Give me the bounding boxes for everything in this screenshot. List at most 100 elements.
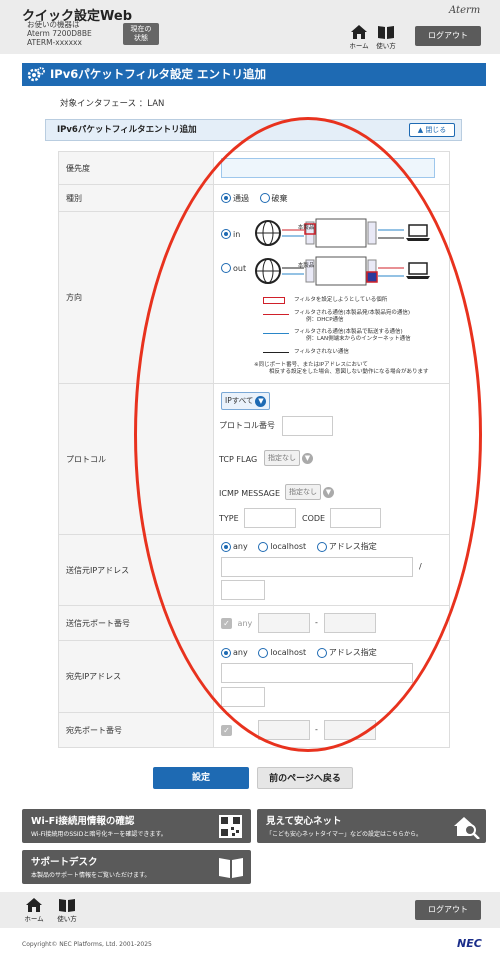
src-port-any-label: any bbox=[237, 618, 253, 628]
dst-ip-prefix-input[interactable] bbox=[221, 687, 265, 707]
legend-filter-point: フィルタを設定しようとしている個所 bbox=[294, 297, 388, 303]
home-link[interactable]: ホーム bbox=[347, 25, 371, 50]
dst-port-start-input[interactable] bbox=[258, 720, 310, 740]
book-icon bbox=[59, 899, 75, 912]
footer-howto-link[interactable]: 使い方 bbox=[55, 898, 79, 923]
back-button[interactable]: 前のページへ戻る bbox=[257, 767, 353, 789]
src-ip-cell: any localhost アドレス指定 / bbox=[213, 534, 450, 606]
direction-in-option[interactable]: in bbox=[221, 229, 248, 239]
dst-ip-localhost-radio[interactable] bbox=[258, 647, 269, 658]
set-button[interactable]: 設定 bbox=[153, 767, 249, 789]
legend-local-traffic: フィルタされる通信(本製品発/本製品宛の通信) bbox=[294, 310, 411, 316]
section-title: IPv6パケットフィルタエントリ追加 bbox=[57, 125, 197, 135]
direction-out-label: out bbox=[233, 263, 247, 273]
howto-link[interactable]: 使い方 bbox=[374, 25, 398, 50]
kids-card-title: 見えて安心ネット bbox=[266, 816, 342, 827]
status-label-2: 状態 bbox=[134, 34, 148, 42]
dst-ip-label: 宛先IPアドレス bbox=[58, 640, 214, 713]
src-port-any-checkbox[interactable]: ✓ bbox=[221, 617, 232, 629]
dst-port-end-input[interactable] bbox=[324, 720, 376, 740]
type-pass-label: 通過 bbox=[233, 193, 249, 203]
dst-port-label: 宛先ポート番号 bbox=[58, 712, 214, 748]
src-port-start-input[interactable] bbox=[258, 613, 310, 633]
dst-port-any-checkbox[interactable]: ✓ bbox=[221, 724, 232, 736]
legend-note-2: 相反する設定をした場合、意図しない動作になる場合があります bbox=[269, 369, 429, 375]
brand-logo: Aterm bbox=[449, 5, 481, 16]
type-pass-radio[interactable] bbox=[221, 193, 231, 203]
dst-ip-any-radio[interactable] bbox=[221, 647, 231, 658]
book-icon bbox=[219, 858, 243, 878]
src-ip-any-radio[interactable] bbox=[221, 541, 231, 552]
protocol-number-input[interactable] bbox=[282, 416, 333, 436]
src-port-cell: ✓ any - bbox=[213, 605, 450, 641]
src-ip-prefix-input[interactable] bbox=[221, 580, 265, 600]
tcp-flag-label: TCP FLAG bbox=[219, 455, 258, 464]
src-ip-any-label: any bbox=[233, 542, 248, 551]
laptop-icon bbox=[406, 224, 430, 241]
dst-port-dash: - bbox=[315, 725, 318, 734]
icmp-message-value: 指定なし bbox=[285, 484, 321, 500]
device-info: お使いの機器は Aterm 7200D8BE ATERM-xxxxxx bbox=[27, 20, 92, 47]
legend-red-line bbox=[263, 314, 289, 315]
src-ip-address-input[interactable] bbox=[221, 557, 413, 577]
howto-label: 使い方 bbox=[376, 42, 396, 50]
device-label-out: 本製品 bbox=[297, 263, 315, 269]
tcp-flag-select[interactable]: 指定なし ▼ bbox=[264, 450, 313, 466]
gear-icon bbox=[27, 67, 45, 82]
home-icon bbox=[351, 25, 367, 39]
src-ip-specify-radio[interactable] bbox=[316, 541, 327, 552]
src-port-dash: - bbox=[315, 618, 318, 627]
type-discard-radio[interactable] bbox=[259, 193, 270, 203]
dst-ip-specify-label: アドレス指定 bbox=[328, 648, 377, 657]
protocol-select[interactable]: IPすべて ▼ bbox=[221, 392, 271, 410]
current-status-button[interactable]: 現在の 状態 bbox=[123, 23, 159, 45]
status-label-1: 現在の bbox=[130, 25, 152, 33]
book-icon bbox=[378, 26, 394, 39]
header-bar: クイック設定Web お使いの機器は Aterm 7200D8BE ATERM-x… bbox=[0, 0, 500, 54]
laptop-icon bbox=[406, 262, 430, 279]
device-label-in: 本製品 bbox=[297, 225, 315, 231]
direction-out-option[interactable]: out bbox=[221, 263, 254, 273]
icmp-message-select[interactable]: 指定なし ▼ bbox=[285, 484, 334, 500]
src-port-end-input[interactable] bbox=[324, 613, 376, 633]
support-card-title: サポートデスク bbox=[31, 857, 98, 868]
logout-button[interactable]: ログアウト bbox=[415, 26, 481, 46]
dst-ip-localhost-label: localhost bbox=[270, 648, 307, 657]
dst-ip-any-label: any bbox=[233, 648, 248, 657]
wifi-info-card[interactable]: Wi-Fi接続用情報の確認 Wi-Fi接続用のSSIDと暗号化キーを確認できます… bbox=[22, 809, 251, 843]
legend-local-example: 例：DHCP通信 bbox=[306, 317, 344, 323]
device-name: ATERM-xxxxxx bbox=[27, 38, 82, 47]
legend-black-line bbox=[263, 352, 289, 353]
support-desk-card[interactable]: サポートデスク 本製品のサポート情報をご覧いただけます。 bbox=[22, 850, 251, 884]
icmp-code-input[interactable] bbox=[330, 508, 381, 528]
direction-out-radio[interactable] bbox=[221, 263, 231, 273]
kids-card-subtitle: 「こども安心ネットタイマー」などの設定はこちらから。 bbox=[266, 831, 423, 838]
protocol-label: プロトコル bbox=[58, 383, 214, 535]
qr-code-icon bbox=[219, 815, 242, 838]
legend-unfiltered: フィルタされない通信 bbox=[294, 349, 349, 355]
legend-note-1: ※同じポート番号、またはIPアドレスにおいて bbox=[254, 362, 368, 368]
src-ip-localhost-radio[interactable] bbox=[258, 541, 269, 552]
wifi-card-subtitle: Wi-Fi接続用のSSIDと暗号化キーを確認できます。 bbox=[31, 831, 167, 838]
page-title: IPv6パケットフィルタ設定 エントリ追加 bbox=[50, 67, 266, 81]
globe-icon bbox=[255, 220, 281, 246]
globe-icon bbox=[255, 258, 281, 284]
icmp-message-label: ICMP MESSAGE bbox=[219, 489, 281, 498]
direction-in-radio[interactable] bbox=[221, 229, 231, 239]
priority-label: 優先度 bbox=[58, 151, 214, 185]
dst-ip-address-input[interactable] bbox=[221, 663, 413, 683]
close-section-button[interactable]: ▲ 閉じる bbox=[409, 123, 455, 137]
dst-port-cell: ✓ - bbox=[213, 712, 450, 748]
nec-logo: NEC bbox=[457, 937, 482, 950]
close-label: 閉じる bbox=[425, 126, 447, 134]
direction-in-label: in bbox=[233, 229, 241, 239]
footer-home-link[interactable]: ホーム bbox=[22, 898, 46, 923]
home-icon bbox=[26, 898, 42, 912]
dst-ip-specify-radio[interactable] bbox=[316, 647, 327, 658]
priority-input[interactable] bbox=[221, 158, 435, 178]
icmp-type-input[interactable] bbox=[244, 508, 296, 528]
kids-safe-net-card[interactable]: 見えて安心ネット 「こども安心ネットタイマー」などの設定はこちらから。 bbox=[257, 809, 486, 843]
tcp-flag-value: 指定なし bbox=[264, 450, 300, 466]
footer-logout-button[interactable]: ログアウト bbox=[415, 900, 481, 920]
device-info-line: お使いの機器は bbox=[27, 20, 80, 29]
